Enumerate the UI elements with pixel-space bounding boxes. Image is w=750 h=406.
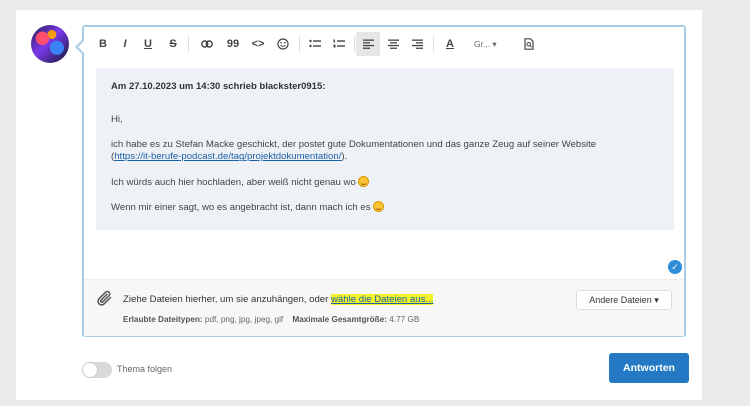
attachment-area[interactable]: Ziehe Dateien hierher, um sie anzuhängen… <box>84 279 684 336</box>
quote-button[interactable]: 99 <box>222 32 244 56</box>
toolbar-divider <box>354 36 355 52</box>
toolbar-divider <box>299 36 300 52</box>
numbered-list-icon <box>333 39 345 48</box>
quote-link[interactable]: https://it-berufe-podcast.de/tag/projekt… <box>114 151 341 162</box>
avatar[interactable] <box>31 25 69 63</box>
italic-button[interactable]: I <box>114 32 136 56</box>
reply-button[interactable]: Antworten <box>609 353 689 383</box>
underline-button[interactable]: U <box>137 32 159 56</box>
other-files-button[interactable]: Andere Dateien ▾ <box>576 290 672 310</box>
smiley-icon <box>277 38 289 50</box>
grin-emoji-icon <box>373 201 385 213</box>
follow-thread-toggle[interactable] <box>82 362 112 378</box>
link-icon <box>201 40 213 48</box>
align-center-button[interactable] <box>382 32 404 56</box>
drop-instructions: Ziehe Dateien hierher, um sie anzuhängen… <box>123 294 434 305</box>
paperclip-icon <box>97 290 112 306</box>
filetypes-value: pdf, png, jpg, jpeg, gif <box>204 315 284 324</box>
quote-line: ich habe es zu Stefan Macke geschickt, d… <box>111 138 597 150</box>
maxsize-label: Maximale Gesamtgröße: <box>292 315 387 324</box>
quote-header: Am 27.10.2023 um 14:30 schrieb blackster… <box>111 81 326 92</box>
toolbar-divider <box>188 36 189 52</box>
align-center-icon <box>387 39 399 49</box>
maxsize-value: 4.77 GB <box>389 315 420 324</box>
editor-toolbar: B I U S 99 <> A Gr... ▾ <box>84 27 684 59</box>
quote-paragraph: Ich würds auch hier hochladen, aber weiß… <box>111 175 659 189</box>
preview-icon <box>524 38 534 50</box>
bold-button[interactable]: B <box>92 32 114 56</box>
bullet-list-icon <box>309 39 321 48</box>
preview-button[interactable] <box>518 32 540 56</box>
numbered-list-button[interactable] <box>328 32 350 56</box>
text-color-button[interactable]: A <box>439 32 461 56</box>
font-size-dropdown[interactable]: Gr... ▾ <box>474 32 497 56</box>
link-close: ). <box>341 151 348 163</box>
reply-editor[interactable]: B I U S 99 <> A Gr... ▾ Am 27.10.2023 um… <box>75 25 686 337</box>
link-button[interactable] <box>196 32 218 56</box>
toolbar-divider <box>433 36 434 52</box>
quote-line: Ich würds auch hier hochladen, aber weiß… <box>111 176 356 188</box>
quote-line: Wenn mir einer sagt, wo es angebracht is… <box>111 202 371 214</box>
follow-thread-label: Thema folgen <box>117 364 173 374</box>
align-left-button[interactable] <box>356 32 380 56</box>
quote-greeting: Hi, <box>111 114 123 126</box>
align-left-icon <box>362 39 374 49</box>
align-right-icon <box>411 39 423 49</box>
upload-limits: Erlaubte Dateitypen: pdf, png, jpg, jpeg… <box>123 315 419 324</box>
choose-files-link[interactable]: wähle die Dateien aus... <box>331 294 434 305</box>
emoji-button[interactable] <box>272 32 294 56</box>
grin-emoji-icon <box>358 175 370 187</box>
quote-paragraph: ich habe es zu Stefan Macke geschickt, d… <box>111 139 659 164</box>
strikethrough-button[interactable]: S <box>162 32 184 56</box>
filetypes-label: Erlaubte Dateitypen: <box>123 315 203 324</box>
quote-paragraph: Wenn mir einer sagt, wo es angebracht is… <box>111 201 659 214</box>
code-button[interactable]: <> <box>247 32 269 56</box>
bullet-list-button[interactable] <box>304 32 326 56</box>
quoted-message: Am 27.10.2023 um 14:30 schrieb blackster… <box>96 68 674 230</box>
drop-text: Ziehe Dateien hierher, um sie anzuhängen… <box>123 294 331 305</box>
checkmark-icon: ✓ <box>668 260 682 274</box>
align-right-button[interactable] <box>406 32 428 56</box>
